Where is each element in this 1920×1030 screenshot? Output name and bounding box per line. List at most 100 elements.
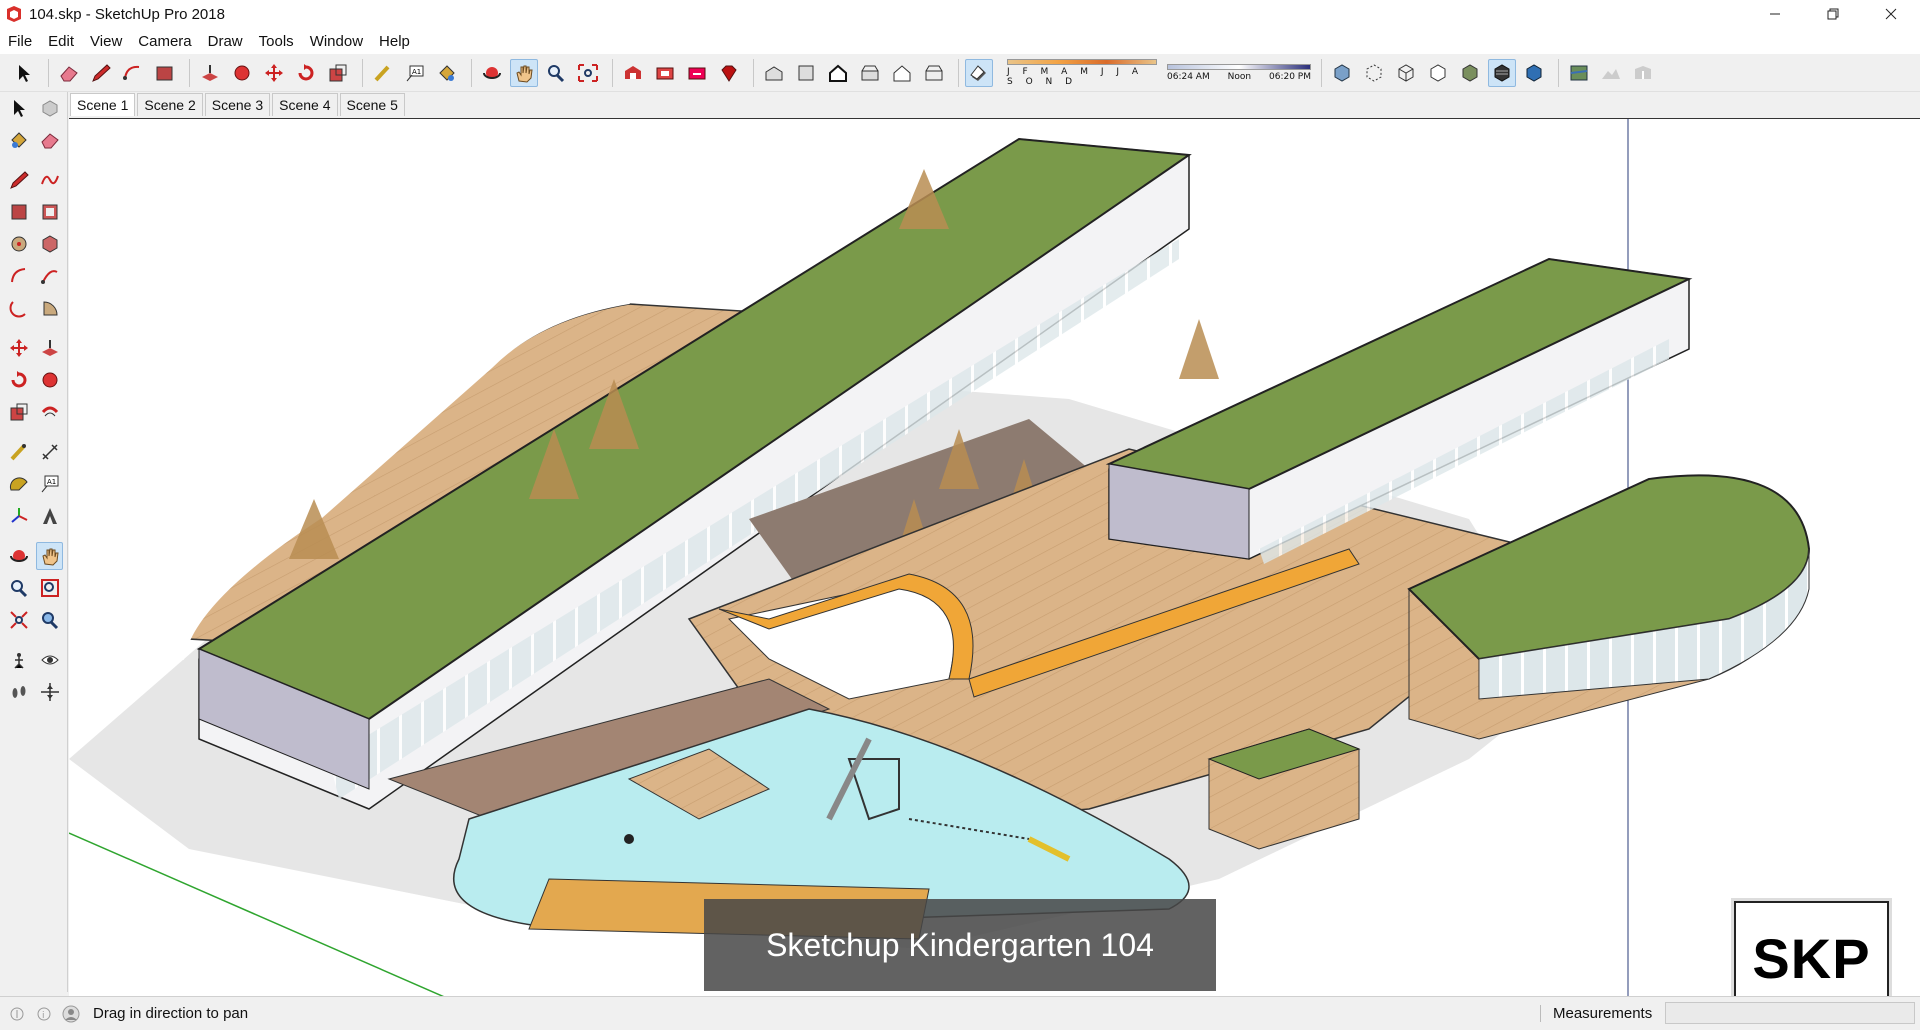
axes-tool[interactable]: [6, 502, 33, 530]
paint-bucket-tool[interactable]: [6, 126, 33, 154]
rotate-tool-button[interactable]: [292, 59, 320, 87]
menu-camera[interactable]: Camera: [138, 31, 191, 52]
restore-button[interactable]: [1804, 0, 1862, 28]
3d-warehouse-button[interactable]: [619, 59, 647, 87]
menu-edit[interactable]: Edit: [48, 31, 74, 52]
style-backedges-button[interactable]: [1360, 59, 1388, 87]
close-button[interactable]: [1862, 0, 1920, 28]
select-tool[interactable]: [6, 94, 33, 122]
circle-tool[interactable]: [6, 230, 33, 258]
zoom-extents-tool-button[interactable]: [574, 59, 602, 87]
style-hidden-line-button[interactable]: [1424, 59, 1452, 87]
style-shaded-textures-button[interactable]: [1488, 58, 1516, 87]
large-tool-set: A1: [0, 92, 68, 992]
scene-tab-3[interactable]: Scene 3: [204, 93, 271, 116]
minimize-button[interactable]: [1746, 0, 1804, 28]
geolocation-status-button[interactable]: [7, 1004, 27, 1024]
rectangle-tool-button[interactable]: [151, 59, 179, 87]
select-arrow-icon: [14, 100, 26, 117]
model-viewport[interactable]: Sketchup Kindergarten 104 SKP: [69, 118, 1920, 996]
select-tool-button[interactable]: [10, 59, 38, 87]
view-right-button[interactable]: [856, 59, 884, 87]
look-around-tool[interactable]: [37, 646, 64, 674]
scene-tab-2[interactable]: Scene 2: [137, 93, 203, 116]
shadow-date-slider[interactable]: J F M A M J J A S O N D: [1007, 58, 1157, 87]
zoom-window-tool[interactable]: [37, 574, 64, 602]
3d-text-tool[interactable]: [37, 502, 64, 530]
pie-tool[interactable]: [37, 294, 64, 322]
freehand-tool[interactable]: [37, 166, 64, 194]
move-tool-button[interactable]: [260, 59, 288, 87]
account-status-button[interactable]: [61, 1004, 81, 1024]
scene-tab-4[interactable]: Scene 4: [272, 93, 338, 116]
share-model-button[interactable]: [683, 59, 711, 87]
eraser-tool-button[interactable]: [55, 59, 83, 87]
shadow-time-slider[interactable]: 06:24 AM Noon 06:20 PM: [1167, 63, 1311, 82]
measurements-input[interactable]: [1665, 1002, 1915, 1024]
menu-tools[interactable]: Tools: [259, 31, 294, 52]
add-location-button[interactable]: [1565, 59, 1593, 87]
three-point-arc-tool[interactable]: [6, 294, 33, 322]
zoom-tool[interactable]: [6, 574, 33, 602]
rotated-rectangle-tool[interactable]: [37, 198, 64, 226]
text-tool-button[interactable]: A1: [401, 59, 429, 87]
tape-measure-tool-button[interactable]: [369, 59, 397, 87]
walk-tool[interactable]: [6, 678, 33, 706]
display-shadows-button[interactable]: [965, 58, 993, 87]
style-wireframe-button[interactable]: [1392, 59, 1420, 87]
eraser-tool[interactable]: [37, 126, 64, 154]
tape-measure-tool[interactable]: [6, 438, 33, 466]
arc-tool[interactable]: [6, 262, 33, 290]
toggle-terrain-button[interactable]: [1597, 59, 1625, 87]
previous-view-tool[interactable]: [37, 606, 64, 634]
view-back-button[interactable]: [888, 59, 916, 87]
offset-tool[interactable]: [37, 398, 64, 426]
line-tool[interactable]: [6, 166, 33, 194]
arc-tool-button[interactable]: [119, 59, 147, 87]
zoom-tool-button[interactable]: [542, 59, 570, 87]
orbit-tool-button[interactable]: [478, 59, 506, 87]
position-camera-tool[interactable]: [6, 646, 33, 674]
text-tool[interactable]: A1: [37, 470, 64, 498]
view-iso-button[interactable]: [760, 59, 788, 87]
protractor-tool[interactable]: [6, 470, 33, 498]
two-point-arc-tool[interactable]: [37, 262, 64, 290]
orbit-tool[interactable]: [6, 542, 32, 570]
text-icon: A1: [41, 475, 59, 493]
extension-manager-button[interactable]: [715, 59, 743, 87]
scene-tab-1[interactable]: Scene 1: [70, 93, 136, 116]
scale-tool[interactable]: [6, 398, 33, 426]
menu-view[interactable]: View: [90, 31, 122, 52]
style-xray-button[interactable]: [1328, 59, 1356, 87]
follow-me-tool[interactable]: [37, 366, 64, 394]
pan-tool[interactable]: [36, 542, 63, 570]
push-pull-tool-button[interactable]: [196, 59, 224, 87]
dimension-tool[interactable]: [37, 438, 64, 466]
rotate-tool[interactable]: [6, 366, 33, 394]
menu-window[interactable]: Window: [310, 31, 363, 52]
menu-file[interactable]: File: [8, 31, 32, 52]
push-pull-tool[interactable]: [37, 334, 64, 362]
polygon-tool[interactable]: [37, 230, 64, 258]
style-shaded-button[interactable]: [1456, 59, 1484, 87]
move-tool[interactable]: [6, 334, 33, 362]
photo-textures-button[interactable]: [1629, 59, 1657, 87]
view-top-button[interactable]: [792, 59, 820, 87]
style-monochrome-button[interactable]: [1520, 59, 1548, 87]
scene-tab-5[interactable]: Scene 5: [339, 93, 405, 116]
follow-me-tool-button[interactable]: [228, 59, 256, 87]
make-component-tool[interactable]: [37, 94, 64, 122]
menu-help[interactable]: Help: [379, 31, 410, 52]
zoom-extents-tool[interactable]: [6, 606, 33, 634]
scale-tool-button[interactable]: [324, 59, 352, 87]
paint-bucket-tool-button[interactable]: [433, 59, 461, 87]
extension-warehouse-button[interactable]: [651, 59, 679, 87]
view-left-button[interactable]: [920, 59, 948, 87]
rectangle-tool[interactable]: [6, 198, 33, 226]
menu-draw[interactable]: Draw: [208, 31, 243, 52]
line-tool-button[interactable]: [87, 59, 115, 87]
credits-status-button[interactable]: i: [34, 1004, 54, 1024]
pan-tool-button[interactable]: [510, 58, 538, 87]
section-plane-tool[interactable]: [37, 678, 64, 706]
view-front-button[interactable]: [824, 59, 852, 87]
